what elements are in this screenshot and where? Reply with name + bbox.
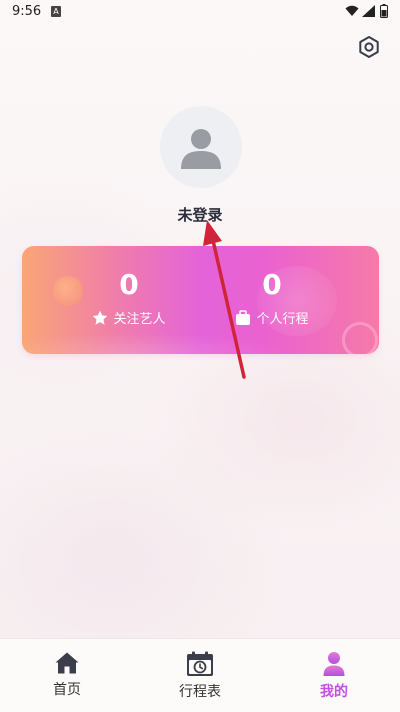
stats-card: 0 关注艺人 0 个人行程	[22, 246, 379, 354]
followed-artists-label: 关注艺人	[113, 312, 166, 327]
tab-schedule-label: 行程表	[179, 684, 221, 700]
signal-icon	[362, 5, 375, 17]
settings-button[interactable]	[355, 33, 383, 61]
person-icon	[323, 652, 345, 676]
wifi-icon	[345, 5, 359, 16]
star-icon	[93, 310, 108, 325]
notification-icon: A	[51, 6, 61, 17]
battery-icon	[380, 4, 388, 18]
status-time: 9:56	[12, 4, 42, 19]
profile-screen: 9:56 A 未登录 0 关注艺人 0 个人行程 首页 行程表 我的	[0, 0, 400, 712]
calendar-clock-icon	[187, 651, 213, 676]
tab-mine[interactable]: 我的	[289, 651, 379, 701]
followed-artists-stat[interactable]: 0 关注艺人	[54, 268, 204, 327]
default-avatar-icon	[181, 129, 221, 169]
tab-mine-label: 我的	[320, 684, 348, 700]
personal-schedule-label: 个人行程	[256, 312, 309, 327]
avatar[interactable]	[160, 106, 242, 188]
tab-home-label: 首页	[53, 682, 81, 698]
tab-schedule[interactable]: 行程表	[155, 651, 245, 701]
home-icon	[55, 652, 79, 674]
personal-schedule-stat[interactable]: 0 个人行程	[197, 268, 347, 327]
settings-icon	[359, 36, 379, 58]
card-decoration-wave	[22, 324, 379, 354]
followed-artists-count: 0	[119, 268, 139, 301]
tab-home[interactable]: 首页	[22, 651, 112, 699]
personal-schedule-count: 0	[262, 268, 282, 301]
login-status-label[interactable]: 未登录	[0, 204, 400, 225]
status-bar: 9:56 A	[0, 0, 400, 24]
bottom-tab-bar: 首页 行程表 我的	[0, 638, 400, 712]
briefcase-icon	[236, 309, 251, 325]
